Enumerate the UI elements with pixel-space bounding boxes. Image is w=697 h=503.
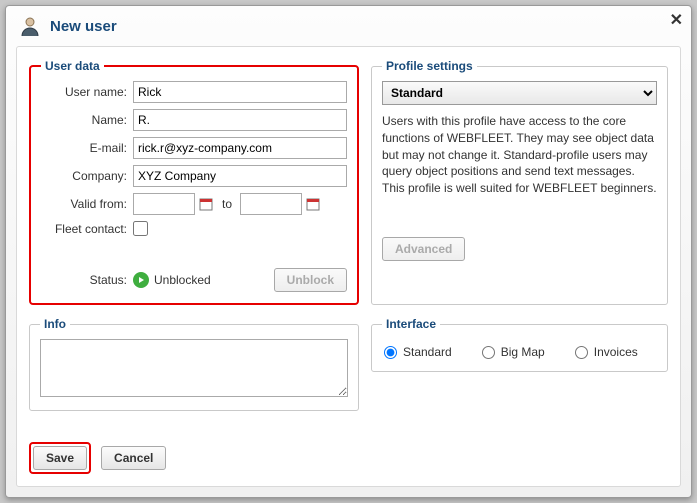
user-data-legend: User data	[41, 59, 104, 73]
interface-option-standard[interactable]: Standard	[384, 345, 452, 359]
profile-select[interactable]: Standard	[382, 81, 657, 105]
radio-standard[interactable]	[384, 346, 397, 359]
unblock-button[interactable]: Unblock	[274, 268, 347, 292]
fleet-contact-checkbox[interactable]	[133, 221, 148, 236]
status-label: Status:	[41, 273, 133, 287]
name-input[interactable]	[133, 109, 347, 131]
email-input[interactable]	[133, 137, 347, 159]
user-icon	[18, 14, 42, 38]
calendar-icon[interactable]	[198, 196, 214, 212]
valid-from-input[interactable]	[133, 193, 195, 215]
profile-legend: Profile settings	[382, 59, 477, 73]
content-panel: User data User name: Name: E-mail:	[16, 46, 681, 487]
button-bar: Save Cancel	[29, 432, 668, 474]
interface-label: Invoices	[594, 345, 638, 359]
interface-option-invoices[interactable]: Invoices	[575, 345, 638, 359]
status-text: Unblocked	[154, 273, 211, 287]
user-data-fieldset: User data User name: Name: E-mail:	[29, 59, 359, 305]
title-bar: New user ✕	[6, 6, 691, 42]
radio-bigmap[interactable]	[482, 346, 495, 359]
valid-to-input[interactable]	[240, 193, 302, 215]
save-highlight: Save	[29, 442, 91, 474]
interface-fieldset: Interface Standard Big Map Invoices	[371, 317, 668, 372]
valid-from-label: Valid from:	[41, 197, 133, 211]
username-input[interactable]	[133, 81, 347, 103]
interface-label: Standard	[403, 345, 452, 359]
interface-label: Big Map	[501, 345, 545, 359]
play-icon	[133, 272, 149, 288]
profile-description: Users with this profile have access to t…	[382, 113, 657, 197]
calendar-icon[interactable]	[305, 196, 321, 212]
to-label: to	[222, 197, 232, 211]
save-button[interactable]: Save	[33, 446, 87, 470]
interface-legend: Interface	[382, 317, 440, 331]
company-input[interactable]	[133, 165, 347, 187]
profile-fieldset: Profile settings Standard Users with thi…	[371, 59, 668, 305]
info-textarea[interactable]	[40, 339, 348, 397]
company-label: Company:	[41, 169, 133, 183]
fleet-contact-label: Fleet contact:	[41, 222, 133, 236]
advanced-button[interactable]: Advanced	[382, 237, 465, 261]
cancel-button[interactable]: Cancel	[101, 446, 166, 470]
dialog-title: New user	[50, 18, 117, 35]
name-label: Name:	[41, 113, 133, 127]
interface-option-bigmap[interactable]: Big Map	[482, 345, 545, 359]
email-label: E-mail:	[41, 141, 133, 155]
username-label: User name:	[41, 85, 133, 99]
info-fieldset: Info	[29, 317, 359, 411]
dialog-window: New user ✕ User data User name: Name:	[5, 5, 692, 498]
radio-invoices[interactable]	[575, 346, 588, 359]
info-legend: Info	[40, 317, 70, 331]
close-icon[interactable]: ✕	[670, 10, 683, 30]
